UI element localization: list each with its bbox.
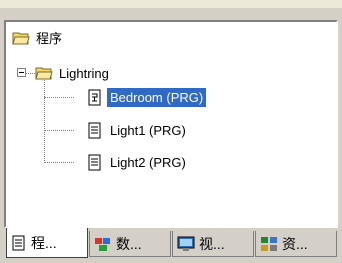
tab-pous[interactable]: 程... [6,228,88,258]
collapse-toggle[interactable] [17,68,26,77]
tree-item-label: Light1 (PRG) [110,122,186,138]
project-tree[interactable]: 程序 Lightring Bedroom (PRG) Light1 (PRG) … [4,20,338,228]
tree-line [44,97,74,99]
tree-line [44,80,46,163]
tree-item-light2[interactable]: Light2 (PRG) [86,152,189,172]
tree-line [44,162,74,164]
tab-label: 数... [116,235,142,252]
visualization-icon [177,236,195,251]
tree-folder-label: Lightring [59,65,109,81]
tree-item-label: Bedroom (PRG) [107,87,207,107]
program-document-icon [86,89,104,106]
tree-item-bedroom[interactable]: Bedroom (PRG) [86,87,207,107]
tree-folder-lightring[interactable]: Lightring [35,63,112,83]
resources-icon [261,236,277,251]
tab-label: 程... [31,234,57,251]
tab-visualizations[interactable]: 视... [172,231,254,257]
tree-line [44,130,74,132]
tree-item-label: Light2 (PRG) [110,154,186,170]
folder-open-icon [35,65,53,81]
document-icon [86,154,104,171]
document-icon [12,235,25,250]
tree-root-programs[interactable]: 程序 [12,28,65,48]
datatypes-icon [95,237,110,251]
folder-open-icon [12,30,30,46]
tab-label: 资... [282,235,308,252]
document-icon [86,122,104,139]
top-strip [0,0,342,8]
object-organizer-tabs: 程... 数... 视... 资... [0,228,342,263]
tab-label: 视... [199,235,225,252]
tree-line [25,73,35,75]
tab-datatypes[interactable]: 数... [89,231,171,257]
tree-root-label: 程序 [36,30,63,46]
tab-resources[interactable]: 资... [255,231,337,257]
tree-item-light1[interactable]: Light1 (PRG) [86,120,189,140]
